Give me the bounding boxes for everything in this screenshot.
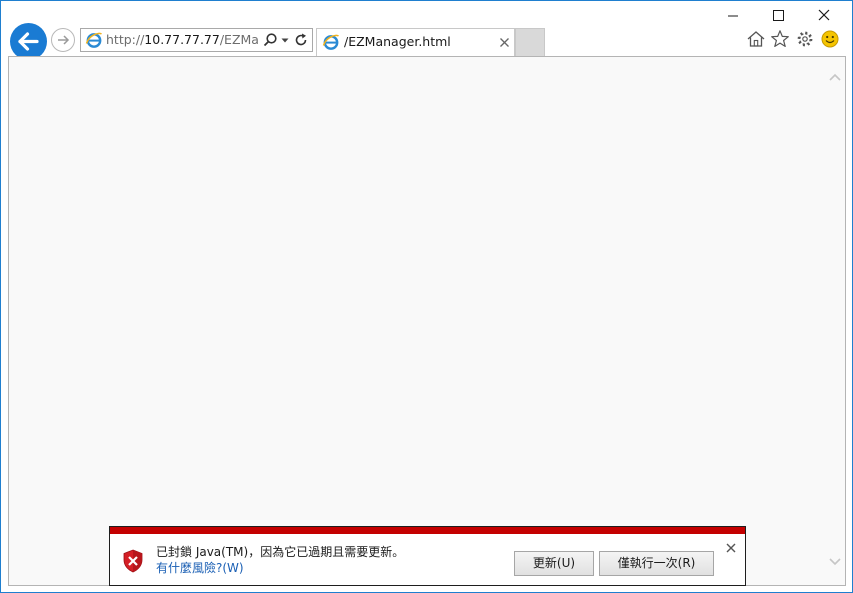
minimize-icon bbox=[728, 15, 738, 17]
shield-error-icon bbox=[123, 549, 143, 573]
url-path: /EZMana bbox=[219, 32, 258, 47]
gear-icon[interactable] bbox=[795, 29, 815, 49]
maximize-button[interactable] bbox=[756, 1, 802, 31]
close-icon[interactable] bbox=[499, 37, 510, 48]
home-icon[interactable] bbox=[746, 29, 766, 49]
search-icon[interactable] bbox=[262, 32, 278, 48]
address-bar[interactable]: http://10.77.77.77/EZMana bbox=[80, 28, 313, 52]
ie-icon bbox=[85, 32, 102, 48]
update-button[interactable]: 更新(U) bbox=[514, 551, 594, 576]
ie-icon bbox=[322, 34, 339, 50]
browser-window: http://10.77.77.77/EZMana /EZManager.htm… bbox=[0, 0, 853, 593]
notification-stripe bbox=[110, 527, 745, 534]
new-tab-button[interactable] bbox=[515, 28, 545, 56]
url-scheme: http:// bbox=[106, 32, 145, 47]
notification-message: 已封鎖 Java(TM)，因為它已過期且需要更新。 bbox=[156, 545, 405, 559]
tab-ezmanager[interactable]: /EZManager.html bbox=[316, 28, 515, 56]
star-icon[interactable] bbox=[770, 29, 790, 49]
back-button[interactable] bbox=[10, 23, 47, 60]
smiley-icon[interactable] bbox=[820, 29, 840, 49]
minimize-button[interactable] bbox=[710, 1, 756, 31]
maximize-icon bbox=[773, 10, 784, 21]
tab-title: /EZManager.html bbox=[344, 34, 451, 49]
run-once-button[interactable]: 僅執行一次(R) bbox=[599, 551, 714, 576]
close-window-button[interactable] bbox=[802, 1, 848, 31]
chevron-down-icon[interactable] bbox=[280, 32, 290, 48]
refresh-icon[interactable] bbox=[293, 32, 309, 48]
arrow-right-icon bbox=[58, 35, 70, 45]
url-host: 10.77.77.77 bbox=[144, 32, 220, 47]
close-icon[interactable] bbox=[726, 543, 736, 553]
page-content bbox=[8, 56, 846, 586]
notification-bar: 已封鎖 Java(TM)，因為它已過期且需要更新。 有什麼風險?(W) 更新(U… bbox=[109, 526, 746, 586]
chevron-down-icon[interactable] bbox=[829, 557, 841, 567]
arrow-left-icon bbox=[18, 32, 39, 51]
close-icon bbox=[818, 9, 830, 21]
chevron-up-icon[interactable] bbox=[829, 72, 841, 82]
address-url[interactable]: http://10.77.77.77/EZMana bbox=[106, 29, 258, 51]
what-is-the-risk-link[interactable]: 有什麼風險?(W) bbox=[156, 560, 244, 576]
forward-button[interactable] bbox=[51, 28, 75, 52]
